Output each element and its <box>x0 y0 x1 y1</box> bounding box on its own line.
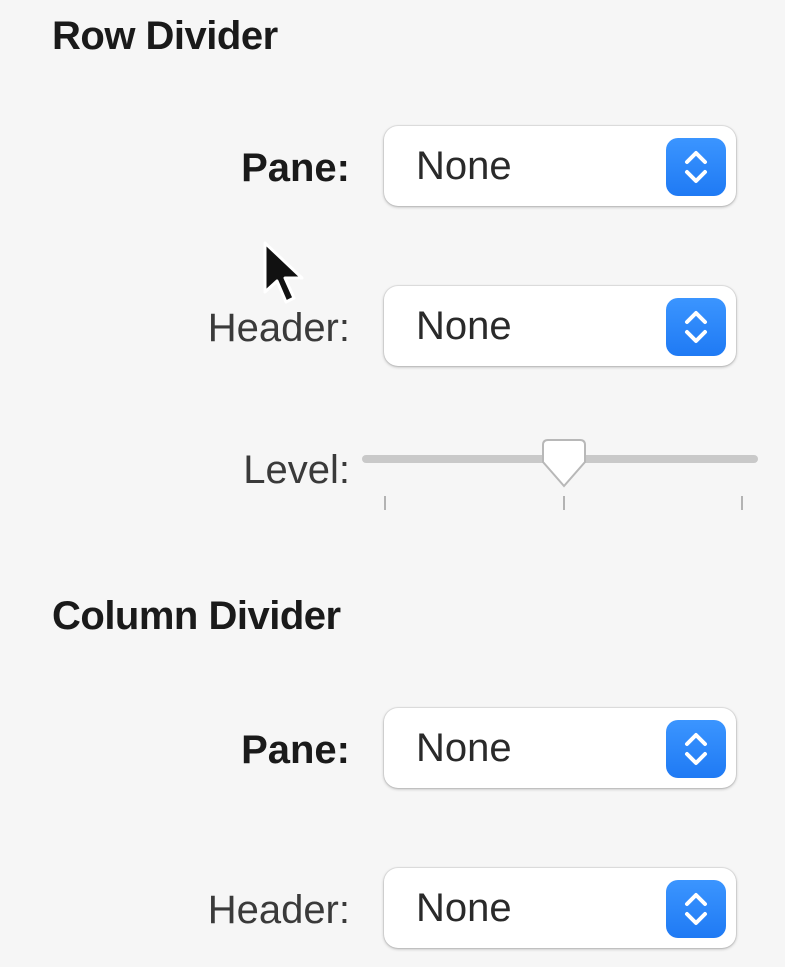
column-divider-heading: Column Divider <box>52 594 341 638</box>
column-header-value: None <box>416 886 512 930</box>
level-tick <box>741 496 743 510</box>
chevron-up-down-icon[interactable] <box>666 720 726 778</box>
row-header-label: Header: <box>207 306 350 350</box>
column-header-popup[interactable]: None <box>384 868 736 948</box>
row-pane-label: Pane: <box>241 146 350 190</box>
mouse-pointer-icon <box>262 240 308 311</box>
column-pane-value: None <box>416 726 512 770</box>
row-header-value: None <box>416 304 512 348</box>
row-pane-popup[interactable]: None <box>384 126 736 206</box>
level-tick <box>384 496 386 510</box>
chevron-up-down-icon[interactable] <box>666 298 726 356</box>
row-pane-value: None <box>416 144 512 188</box>
chevron-up-down-icon[interactable] <box>666 880 726 938</box>
chevron-up-down-icon[interactable] <box>666 138 726 196</box>
level-slider-thumb[interactable] <box>539 436 589 497</box>
row-divider-heading: Row Divider <box>52 14 278 58</box>
inspector-panel: Row Divider Pane: None Header: None Leve… <box>0 0 785 967</box>
column-pane-popup[interactable]: None <box>384 708 736 788</box>
row-header-popup[interactable]: None <box>384 286 736 366</box>
level-tick <box>562 496 565 510</box>
column-header-label: Header: <box>207 888 350 932</box>
column-pane-label: Pane: <box>241 728 350 772</box>
level-label: Level: <box>243 448 350 492</box>
